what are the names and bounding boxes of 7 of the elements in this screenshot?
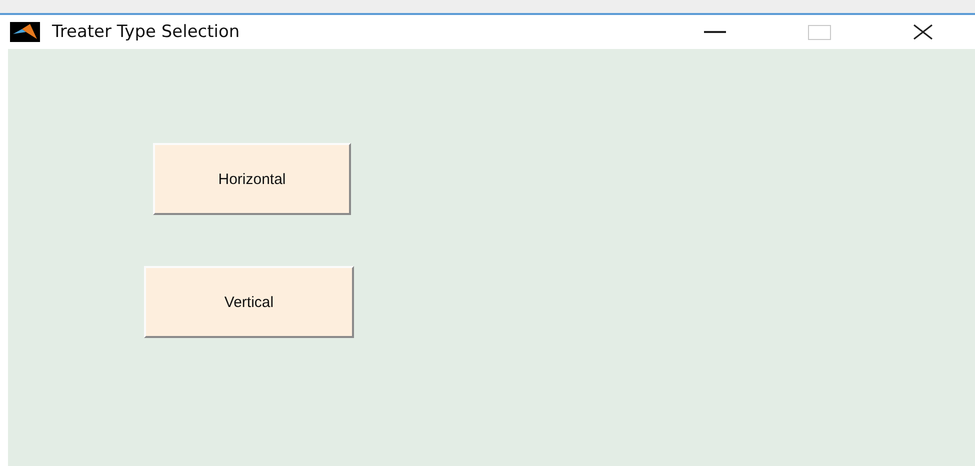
- option-button[interactable]: Vertical: [144, 266, 354, 338]
- minimize-icon: [704, 31, 726, 33]
- close-icon: [913, 24, 933, 40]
- option-button[interactable]: Horizontal: [153, 143, 351, 215]
- maximize-icon: [808, 24, 830, 40]
- app-logo-icon: [10, 22, 40, 42]
- window-title: Treater Type Selection: [52, 22, 241, 42]
